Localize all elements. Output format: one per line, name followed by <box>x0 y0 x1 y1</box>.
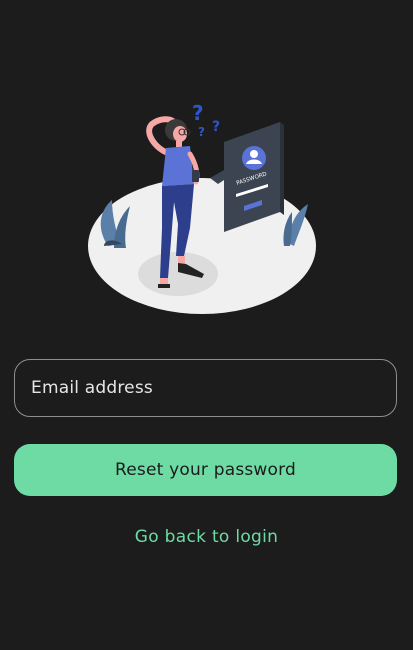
reset-password-button[interactable]: Reset your password <box>14 444 397 496</box>
svg-text:?: ? <box>198 125 205 139</box>
question-marks-icon: ? ? ? <box>192 101 220 139</box>
back-to-login-link[interactable]: Go back to login <box>0 527 413 547</box>
forgot-password-illustration: PASSWORD ? ? ? <box>88 101 316 314</box>
email-placeholder: Email address <box>31 378 153 398</box>
svg-text:?: ? <box>212 119 220 135</box>
svg-text:?: ? <box>192 101 204 125</box>
reset-password-label: Reset your password <box>114 460 297 480</box>
email-field[interactable]: Email address <box>14 359 397 417</box>
forgot-password-screen: PASSWORD ? ? ? Email address Reset your … <box>0 0 413 650</box>
